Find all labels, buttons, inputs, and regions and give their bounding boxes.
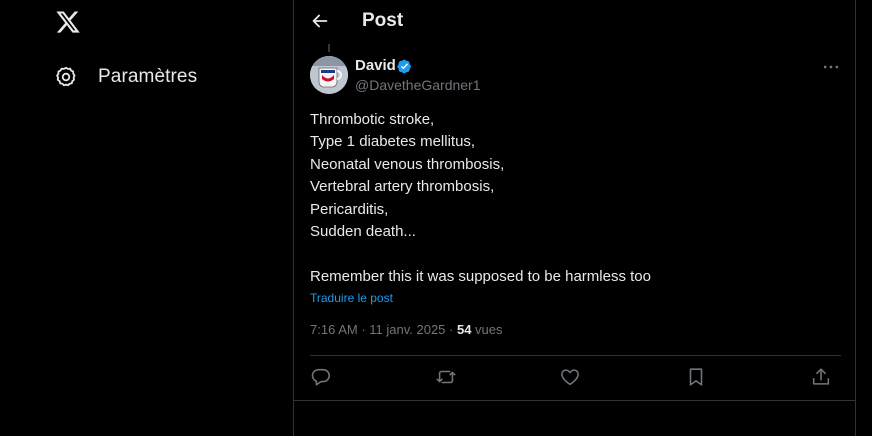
views-count: 54: [456, 322, 472, 337]
x-logo-icon[interactable]: [55, 9, 81, 35]
sidebar-item-parametres[interactable]: Paramètres: [54, 64, 197, 90]
post-date[interactable]: 11 janv. 2025: [369, 322, 445, 337]
bookmark-button[interactable]: [685, 366, 707, 388]
post-column: Post David @DavetheGardner1 Thrombotic s…: [293, 0, 856, 436]
arrow-left-icon: [312, 14, 328, 28]
sidebar-item-label: Paramètres: [98, 66, 198, 87]
page-title: Post: [362, 10, 404, 31]
verified-badge-icon: [397, 59, 412, 74]
share-button[interactable]: [810, 366, 832, 388]
bookmark-icon: [689, 368, 703, 386]
share-icon: [812, 368, 830, 385]
meta-separator: ·: [445, 322, 457, 337]
back-button[interactable]: [309, 10, 331, 32]
gear-icon: [54, 65, 78, 89]
post-line: Type 1 diabetes mellitus,: [310, 133, 476, 151]
more-horizontal-icon: [823, 65, 839, 69]
post-line: Remember this it was supposed to be harm…: [310, 267, 651, 285]
author-name[interactable]: David: [355, 57, 396, 74]
post-text: Thrombotic stroke, Type 1 diabetes melli…: [310, 109, 830, 288]
reply-button[interactable]: [310, 366, 332, 388]
post-line: Neonatal venous thrombosis,: [310, 155, 505, 173]
post-line: Vertebral artery thrombosis,: [310, 178, 495, 196]
views-label: vues: [471, 322, 503, 337]
reply-icon: [311, 368, 331, 386]
post-line: Pericarditis,: [310, 200, 389, 218]
post-header: Post: [294, 0, 855, 42]
author-handle[interactable]: @DavetheGardner1: [355, 77, 481, 93]
more-options-button[interactable]: [821, 57, 841, 77]
divider: [294, 400, 855, 401]
like-icon: [561, 369, 579, 386]
post-line: Thrombotic stroke,: [310, 111, 435, 128]
avatar[interactable]: [310, 56, 348, 94]
divider: [310, 355, 841, 356]
post-meta: 7:16 AM · 11 janv. 2025 · 54 vues: [310, 322, 503, 337]
post-time[interactable]: 7:16 AM: [310, 322, 358, 337]
like-button[interactable]: [559, 366, 581, 388]
meta-separator: ·: [357, 322, 370, 337]
post-line: Sudden death...: [310, 223, 416, 241]
repost-icon: [436, 370, 456, 384]
translate-post-link[interactable]: Traduire le post: [310, 291, 393, 305]
thread-connector-line: [328, 44, 330, 52]
post-actions-bar: [310, 366, 841, 390]
repost-button[interactable]: [435, 366, 457, 388]
post-line: [310, 243, 830, 265]
